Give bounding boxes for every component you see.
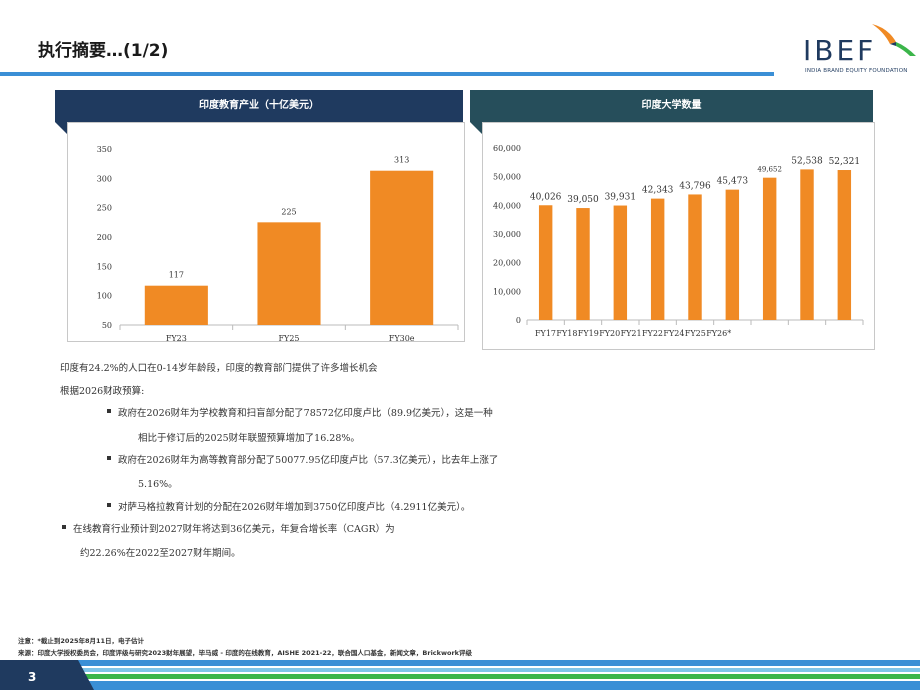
chart-right-frame: 60,000 50,000 40,000 30,000 20,000 10,000 0 40,… [482,122,875,350]
logo-wordmark: IBEF [803,34,877,67]
page-number-tab [0,660,94,690]
bullet-marker [107,456,111,460]
data-label: 39,050 [567,195,599,205]
footer-stripe-light [0,668,920,672]
x-tick-label: FY25 [278,334,299,341]
chart-right-tab-fold [470,122,482,134]
x-tick-label: FY17 [535,329,556,338]
y-tick-label: 150 [97,262,112,271]
chart-left-header: 印度教育产业（十亿美元） [55,90,463,122]
footer-stripe-bottom [0,681,920,690]
footer-stripe-green [0,674,920,679]
x-tick-label: FY26* [706,329,731,338]
bar [762,177,777,320]
data-label: 52,538 [791,156,823,166]
logo-subtitle: INDIA BRAND EQUITY FOUNDATION [805,68,908,74]
bar [800,169,814,320]
bar [688,194,702,320]
y-tick-label: 250 [97,204,112,213]
ibef-logo: IBEF INDIA BRAND EQUITY FOUNDATION [800,22,918,80]
y-tick-label: 200 [97,233,112,242]
bullet-marker [107,503,111,507]
y-tick-label: 40,000 [493,201,521,210]
data-label: 39,931 [605,193,637,203]
bar [725,189,740,320]
bullet-4-line-b: 约22.26%在2022至2027财年期间。 [80,548,241,559]
y-tick-label: 50,000 [493,173,521,182]
chart-right-svg: 60,000 50,000 40,000 30,000 20,000 10,000 0 40,… [493,144,864,338]
bar [144,285,208,325]
y-tick-label: 10,000 [493,287,521,296]
body-line-2: 根据2026财政预算: [60,386,145,397]
y-tick-label: 60,000 [493,144,521,153]
footnote-source: 来源：印度大学授权委员会，印度评级与研究2023财年展望，毕马威 - 印度的在线… [18,649,472,657]
chart-left-tab-fold [55,122,67,134]
y-tick-label: 300 [97,174,112,183]
y-tick-label: 0 [516,316,521,325]
footnote-note: 注意：*截止到2025年8月11日，电子估计 [18,637,145,645]
x-tick-label: FY24 [663,329,684,338]
data-label: 313 [394,156,409,165]
x-tick-label: FY23 [166,334,187,341]
bullet-1-line-b: 相比于修订后的2025财年联盟预算增加了16.28%。 [138,433,360,444]
bar [650,198,665,320]
bar [613,205,628,320]
bar [538,205,553,320]
body-line-1: 印度有24.2%的人口在0-14岁年龄段，印度的教育部门提供了许多增长机会 [60,363,378,374]
x-tick-label: FY19 [578,329,599,338]
data-label: 49,652 [757,166,782,174]
data-label: 225 [281,207,296,216]
x-tick-label: FY21 [621,329,642,338]
chart-left-frame: 350 300 250 200 150 100 50 117 FY23 225 FY25 313 FY3… [67,122,465,343]
y-tick-label: 100 [97,292,112,301]
bullet-1-line-a: 政府在2026财年为学校教育和扫盲部分配了78572亿印度卢比（89.9亿美元）… [118,408,493,419]
y-tick-label: 20,000 [493,259,521,268]
page-number: 3 [28,670,37,684]
bar [837,170,852,320]
y-tick-label: 350 [97,145,112,154]
data-label: 43,796 [679,181,711,191]
bullet-2-line-b: 5.16%。 [138,479,178,490]
title-divider [0,72,774,76]
bullet-marker [62,525,66,529]
chart-left-svg: 350 300 250 200 150 100 50 117 FY23 225 FY25 313 FY3… [97,145,459,343]
x-tick-label: FY30e [389,334,415,341]
data-label: 117 [169,271,184,280]
data-label: 40,026 [530,192,562,202]
page-title: 执行摘要…(1/2) [38,41,169,61]
data-label: 45,473 [717,177,749,187]
bullet-marker [107,409,111,413]
bar [370,170,434,325]
chart-right-header: 印度大学数量 [470,90,873,122]
bullet-4-line-a: 在线教育行业预计到2027财年将达到36亿美元，年复合增长率（CAGR）为 [73,524,395,535]
x-tick-label: FY18 [556,329,577,338]
data-label: 52,321 [829,157,861,167]
data-label: 42,343 [642,186,674,196]
x-tick-label: FY22 [642,329,663,338]
y-tick-label: 50 [102,321,112,330]
footer-stripe-blue [0,660,920,666]
bar [257,222,321,325]
bullet-3: 对萨马格拉教育计划的分配在2026财年增加到3750亿印度卢比（4.2911亿美… [118,502,471,513]
bullet-2-line-a: 政府在2026财年为高等教育部分配了50077.95亿印度卢比（57.3亿美元）… [118,455,499,466]
x-tick-label: FY25 [685,329,706,338]
bar [576,208,590,320]
y-tick-label: 30,000 [493,230,521,239]
x-tick-label: FY20 [599,329,620,338]
